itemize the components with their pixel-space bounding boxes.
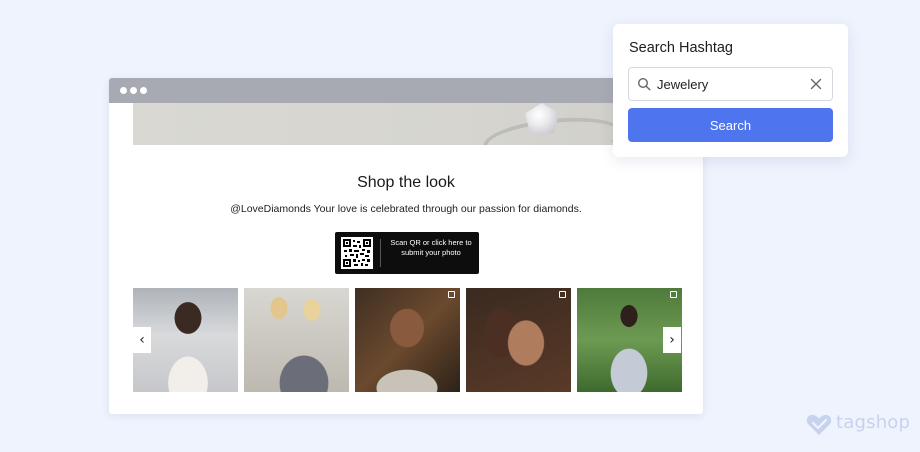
chevron-left-icon: ‹: [139, 332, 145, 348]
hero-banner-ring: [133, 103, 679, 145]
shopping-bag-icon: [559, 291, 566, 298]
gallery-photo-3[interactable]: [355, 288, 460, 392]
chevron-right-icon: ›: [669, 332, 675, 348]
search-input[interactable]: [657, 74, 807, 94]
search-card-title: Search Hashtag: [629, 40, 733, 56]
gallery-photo-4[interactable]: [466, 288, 571, 392]
heart-logo-icon: [806, 414, 832, 435]
window-dot-icon: [120, 87, 127, 94]
tagshop-logo: tagshop: [806, 412, 914, 438]
window-dot-icon: [140, 87, 147, 94]
qr-button-label: Scan QR or click here to submit your pho…: [390, 238, 472, 257]
close-icon[interactable]: [809, 77, 823, 91]
qr-code-icon: [341, 237, 373, 269]
shop-title: Shop the look: [357, 174, 455, 191]
window-dot-icon: [130, 87, 137, 94]
qr-divider: [380, 239, 381, 267]
logo-text: tagshop: [836, 412, 911, 433]
search-input-container[interactable]: [628, 67, 833, 101]
shopping-bag-icon: [448, 291, 455, 298]
gallery-prev-button[interactable]: ‹: [133, 327, 151, 353]
diamond-graphic: [525, 103, 559, 133]
photo-gallery: ‹ ›: [133, 288, 682, 392]
gallery-photo-2[interactable]: [244, 288, 349, 392]
search-button[interactable]: Search: [628, 108, 833, 142]
shop-subtitle: @LoveDiamonds Your love is celebrated th…: [230, 203, 582, 215]
gallery-next-button[interactable]: ›: [663, 327, 681, 353]
search-icon: [637, 77, 651, 91]
search-hashtag-card: Search Hashtag Search: [613, 24, 848, 157]
shopping-bag-icon: [670, 291, 677, 298]
qr-submit-button[interactable]: Scan QR or click here to submit your pho…: [335, 232, 479, 274]
